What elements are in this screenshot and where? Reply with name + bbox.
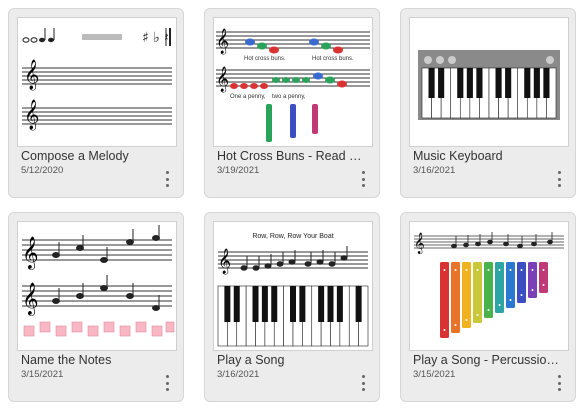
treble-clef-icon: 𝄞 xyxy=(22,236,39,270)
black-key xyxy=(457,68,464,98)
black-key xyxy=(428,68,435,98)
percussion-bar xyxy=(451,262,460,333)
svg-text:♯ ♭ 𝄽: ♯ ♭ 𝄽 xyxy=(142,30,169,46)
treble-clef-icon: 𝄞 xyxy=(414,233,425,254)
black-key xyxy=(290,286,296,322)
card-title[interactable]: Play a Song - Percussion Instrument xyxy=(413,353,563,367)
card-thumbnail[interactable]: 𝄞 xyxy=(409,221,569,351)
black-key xyxy=(505,68,512,98)
bar-peg xyxy=(465,319,468,321)
bar-peg xyxy=(531,289,534,291)
bar-peg xyxy=(443,269,446,271)
bar-peg xyxy=(509,269,512,271)
black-key xyxy=(252,286,259,322)
percussion-bar xyxy=(473,262,482,323)
lyric: One a penny, xyxy=(230,94,266,100)
activity-card[interactable]: 𝄞 Play a Song - Percussion Instrument 3/… xyxy=(400,212,576,402)
percussion-bar xyxy=(528,262,537,298)
lyric: two a penny, xyxy=(272,94,306,100)
black-key xyxy=(271,286,278,322)
card-title[interactable]: Name the Notes xyxy=(21,353,171,367)
treble-clef-icon: 𝄞 xyxy=(24,59,39,91)
percussion-bar xyxy=(506,262,515,308)
black-key xyxy=(336,286,343,322)
activity-card[interactable]: Music Keyboard 3/16/2021 xyxy=(400,8,576,198)
activity-card[interactable]: Row, Row, Row Your Boat 𝄞 Play a Song 3/… xyxy=(204,212,380,402)
black-key xyxy=(476,68,483,98)
black-key xyxy=(233,286,240,322)
percussion-bar xyxy=(440,262,449,338)
sheet-music-thumbnail: 𝄞 𝄞 ♯ ♭ 𝄽 xyxy=(22,28,172,131)
treble-clef-icon: 𝄞 xyxy=(218,248,231,274)
card-date: 5/12/2020 xyxy=(21,165,64,176)
play-song-thumbnail: Row, Row, Row Your Boat 𝄞 xyxy=(217,233,369,347)
black-key xyxy=(261,286,268,322)
more-vert-icon[interactable] xyxy=(163,375,171,391)
treble-clef-icon: 𝄞 xyxy=(216,66,229,92)
bar-peg xyxy=(454,324,457,326)
treble-clef-icon: 𝄞 xyxy=(216,28,229,54)
card-thumbnail[interactable]: 𝄞 𝄞 ♯ ♭ 𝄽 xyxy=(17,17,177,147)
more-vert-icon[interactable] xyxy=(555,375,563,391)
bar-peg xyxy=(542,284,545,286)
card-date: 3/15/2021 xyxy=(413,369,456,380)
bar-peg xyxy=(476,269,479,271)
bar-peg xyxy=(509,299,512,301)
hot-cross-buns-thumbnail: 𝄞 𝄞 Hot cross buns. Hot cross buns. One … xyxy=(216,28,370,142)
lyric: Hot cross buns. xyxy=(244,56,286,62)
card-date: 3/19/2021 xyxy=(217,165,260,176)
card-thumbnail[interactable] xyxy=(409,17,569,147)
card-date: 3/16/2021 xyxy=(413,165,456,176)
activity-card[interactable]: 𝄞 𝄞 ♯ ♭ 𝄽 Compose a Melody 5/12/2020 xyxy=(8,8,184,198)
black-key xyxy=(299,286,306,322)
card-title[interactable]: Play a Song xyxy=(217,353,367,367)
bar-peg xyxy=(454,269,457,271)
more-vert-icon[interactable] xyxy=(555,171,563,187)
name-notes-thumbnail: 𝄞 𝄞 xyxy=(22,225,175,337)
percussion-bar xyxy=(462,262,471,328)
percussion-bar xyxy=(539,262,548,293)
keyboard-thumbnail xyxy=(418,50,560,120)
bar-peg xyxy=(542,269,545,271)
song-title: Row, Row, Row Your Boat xyxy=(252,233,333,240)
lyric: Hot cross buns. xyxy=(312,56,354,62)
treble-clef-icon: 𝄞 xyxy=(24,99,39,131)
more-vert-icon[interactable] xyxy=(359,171,367,187)
black-key xyxy=(533,68,540,98)
card-title[interactable]: Compose a Melody xyxy=(21,149,171,163)
card-thumbnail[interactable]: 𝄞 𝄞 xyxy=(17,221,177,351)
black-key xyxy=(224,286,231,322)
more-vert-icon[interactable] xyxy=(359,375,367,391)
black-key xyxy=(438,68,445,98)
bar-peg xyxy=(487,269,490,271)
bar-peg xyxy=(487,309,490,311)
black-key xyxy=(327,286,334,322)
more-vert-icon[interactable] xyxy=(163,171,171,187)
black-key xyxy=(318,286,325,322)
black-key xyxy=(543,68,550,98)
bar-peg xyxy=(520,269,523,271)
black-key xyxy=(495,68,502,98)
black-key xyxy=(466,68,473,98)
card-date: 3/15/2021 xyxy=(21,369,64,380)
black-key xyxy=(524,68,531,98)
black-key xyxy=(355,286,362,322)
bar-peg xyxy=(465,269,468,271)
bar-peg xyxy=(476,314,479,316)
bar-peg xyxy=(498,304,501,306)
bar-peg xyxy=(531,269,534,271)
bar-peg xyxy=(443,329,446,331)
bar-peg xyxy=(520,294,523,296)
card-title[interactable]: Hot Cross Buns - Read and Play xyxy=(217,149,367,163)
treble-clef-icon: 𝄞 xyxy=(22,282,39,316)
card-thumbnail[interactable]: Row, Row, Row Your Boat 𝄞 xyxy=(213,221,373,351)
activity-card[interactable]: 𝄞 𝄞 Hot cross buns. Hot cross buns. One … xyxy=(204,8,380,198)
bar-peg xyxy=(498,269,501,271)
percussion-thumbnail: 𝄞 xyxy=(414,232,564,338)
card-date: 3/16/2021 xyxy=(217,369,260,380)
activity-card[interactable]: 𝄞 𝄞 Name the Notes 3/15/2021 xyxy=(8,212,184,402)
card-thumbnail[interactable]: 𝄞 𝄞 Hot cross buns. Hot cross buns. One … xyxy=(213,17,373,147)
percussion-bar xyxy=(517,262,526,303)
card-title[interactable]: Music Keyboard xyxy=(413,149,563,163)
